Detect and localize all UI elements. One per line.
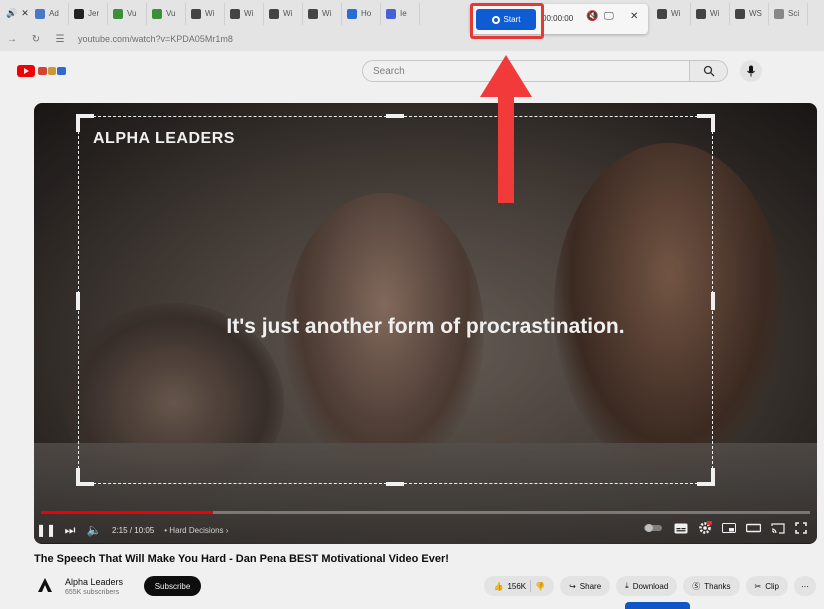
tab-label: Wi: [244, 9, 254, 18]
browser-tab-6[interactable]: Wi: [264, 2, 303, 25]
google-icon: [35, 8, 45, 19]
tab-label: WS: [749, 9, 762, 18]
tab-label: Wi: [283, 9, 293, 18]
tab-label: Vu: [166, 9, 176, 18]
wikipedia-icon: [696, 8, 706, 19]
tab-label: Wi: [671, 9, 681, 18]
close-icon[interactable]: ✕: [21, 8, 29, 19]
browser-tab-3[interactable]: Vu: [147, 2, 186, 25]
tab-label: Wi: [205, 9, 215, 18]
browser-tab-4[interactable]: Wi: [186, 2, 225, 25]
start-button-highlight: [470, 3, 544, 39]
tab-list: Ad Jer Vu Vu Wi Wi Wi Wi Ho Ie: [30, 2, 420, 25]
annotation-arrow-up: [480, 55, 532, 203]
recorder-close-icon[interactable]: ✕: [630, 11, 638, 22]
wikipedia-icon: [308, 8, 318, 19]
browser-tab-0[interactable]: Ad: [30, 2, 69, 25]
tab-label: Ho: [361, 9, 372, 18]
v-icon: [113, 8, 123, 19]
tab-label: Ad: [49, 9, 59, 18]
wikipedia-icon: [191, 8, 201, 19]
browser-tab-right-1[interactable]: Wi: [691, 2, 730, 25]
browser-tab-8[interactable]: Ho: [342, 2, 381, 25]
browser-tab-9[interactable]: Ie: [381, 2, 420, 25]
x-icon: [74, 8, 84, 19]
browser-tab-right-2[interactable]: WS: [730, 2, 769, 25]
tab-label: Vu: [127, 9, 137, 18]
globe-icon: [347, 8, 357, 19]
tab-label: Wi: [322, 9, 332, 18]
chat-icon: [386, 8, 396, 19]
tab-label: Wi: [710, 9, 720, 18]
tab-label: Ie: [400, 9, 407, 18]
wikipedia-icon: [230, 8, 240, 19]
browser-tab-right-3[interactable]: Sci: [769, 2, 808, 25]
tab-label: Jer: [88, 9, 100, 18]
tab-list-right: Wi Wi WS Sci: [652, 2, 808, 25]
tab-strip-controls: 🔊 ✕: [4, 8, 30, 19]
mic-muted-icon[interactable]: 🔇: [586, 11, 598, 22]
v-icon: [152, 8, 162, 19]
browser-tab-5[interactable]: Wi: [225, 2, 264, 25]
tab-label: Sci: [788, 9, 800, 18]
speaker-icon[interactable]: 🔊: [6, 8, 17, 19]
browser-tab-2[interactable]: Vu: [108, 2, 147, 25]
sci-icon: [774, 8, 784, 19]
screen: 🔊 ✕ Ad Jer Vu Vu Wi Wi Wi Wi Ho Ie Wi Wi WS Sci → ↻ …: [0, 0, 824, 609]
browser-tab-right-0[interactable]: Wi: [652, 2, 691, 25]
recording-timer: 00:00:00: [542, 14, 574, 23]
screen-select-icon[interactable]: 🖵: [604, 11, 614, 22]
wikipedia-icon: [269, 8, 279, 19]
wikipedia-icon: [735, 8, 745, 19]
recording-dim-overlay: [0, 27, 824, 609]
browser-tab-1[interactable]: Jer: [69, 2, 108, 25]
wikipedia-icon: [657, 8, 667, 19]
browser-tab-strip: 🔊 ✕ Ad Jer Vu Vu Wi Wi Wi Wi Ho Ie Wi Wi WS Sci: [0, 0, 824, 27]
browser-tab-7[interactable]: Wi: [303, 2, 342, 25]
